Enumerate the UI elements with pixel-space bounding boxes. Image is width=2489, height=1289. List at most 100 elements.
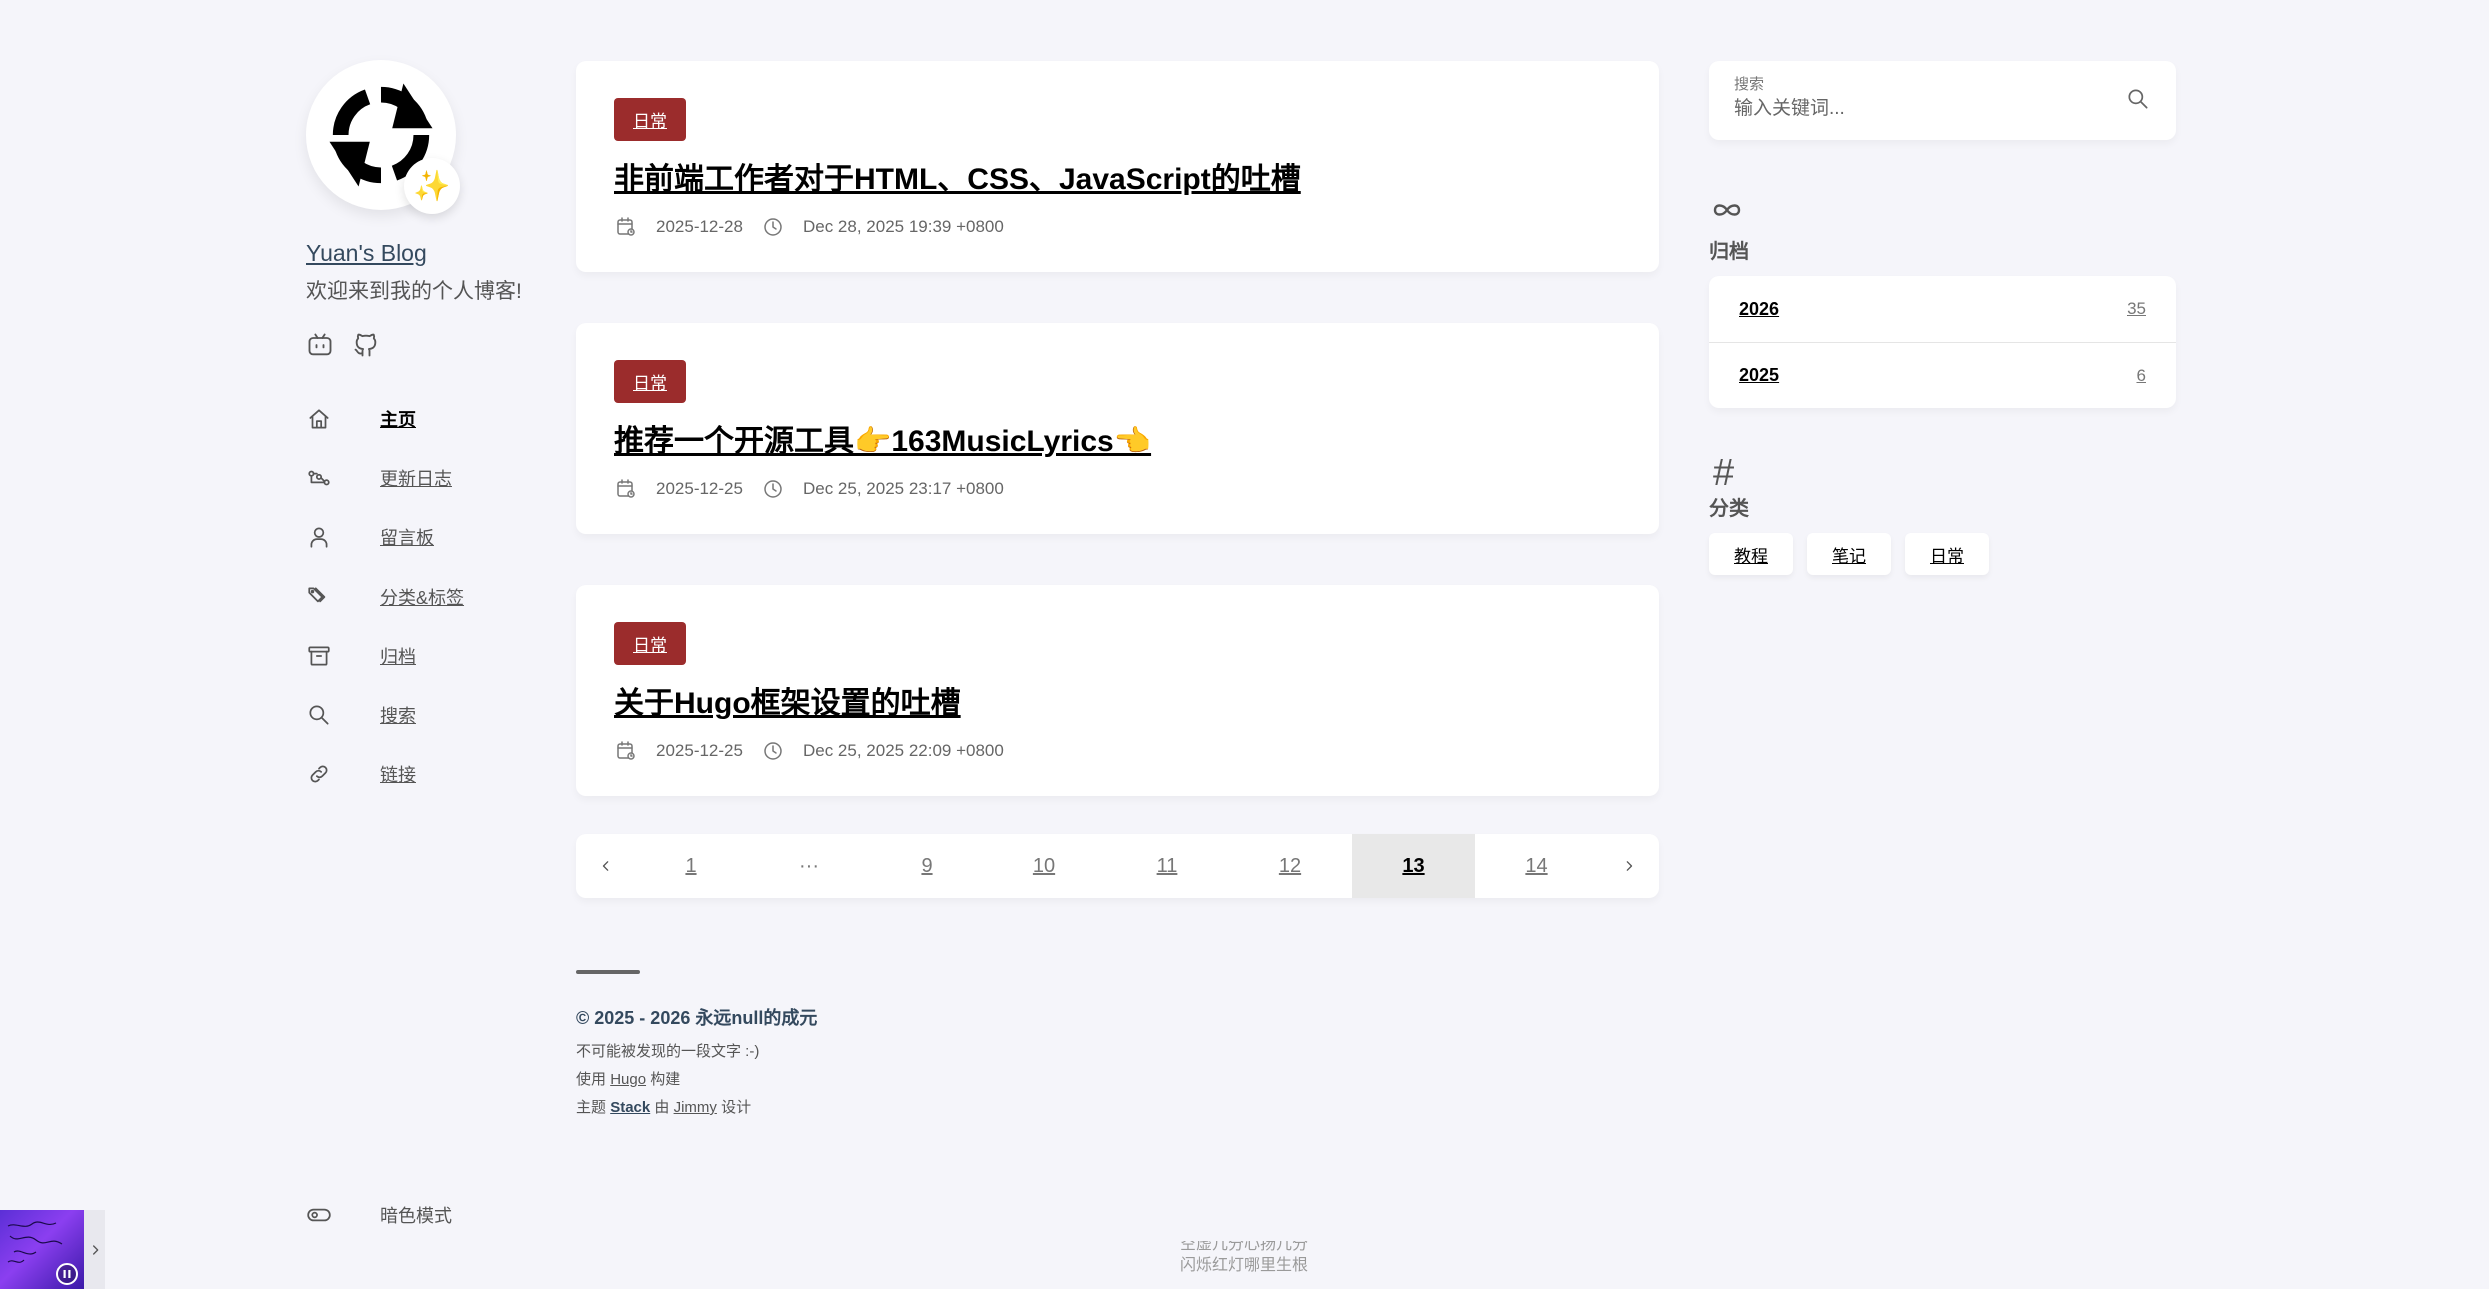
categories-widget-title: 分类: [1709, 498, 1749, 520]
archive-year-row[interactable]: 2025 6: [1709, 342, 2176, 408]
stack-theme-link[interactable]: Stack: [610, 1099, 650, 1116]
menu-item-archives-label[interactable]: 归档: [380, 643, 416, 669]
pagination-page[interactable]: 14: [1475, 834, 1598, 898]
pagination-next-button[interactable]: [1598, 834, 1659, 898]
link-icon: [310, 765, 328, 783]
pagination-ellipsis: ···: [799, 854, 819, 877]
menu-item-guestbook[interactable]: 留言板: [306, 508, 556, 567]
menu-item-home-label[interactable]: 主页: [380, 406, 416, 432]
article-card: 日常 推荐一个开源工具👉163MusicLyrics👈 2025-12-25 D…: [576, 323, 1659, 534]
article-list: 日常 非前端工作者对于HTML、CSS、JavaScript的吐槽 2025-1…: [576, 61, 1659, 1117]
site-name-link[interactable]: Yuan's Blog: [306, 240, 556, 267]
dark-mode-toggle[interactable]: 暗色模式: [306, 1202, 452, 1228]
categories-list: 教程 笔记 日常: [1709, 533, 2176, 575]
search-button-icon[interactable]: [2125, 86, 2151, 112]
search-input[interactable]: [1734, 98, 2094, 120]
menu-item-guestbook-label[interactable]: 留言板: [380, 524, 434, 550]
pagination-page[interactable]: 12: [1228, 834, 1352, 898]
article-time: Dec 25, 2025 23:17 +0800: [802, 479, 1004, 498]
pagination-prev-button[interactable]: [576, 834, 636, 898]
album-art-scribble: [7, 1221, 63, 1263]
site-footer: © 2025 - 2026 永远null的成元 不可能被发现的一段文字 :-) …: [576, 970, 1659, 1117]
lyric-line: 闪烁红灯哪里生根: [1180, 1257, 1309, 1274]
article-category-badge[interactable]: 日常: [614, 622, 686, 665]
menu-item-categories-tags[interactable]: 分类&标签: [306, 567, 556, 626]
hugo-link[interactable]: Hugo: [610, 1071, 646, 1088]
article-card: 日常 非前端工作者对于HTML、CSS、JavaScript的吐槽 2025-1…: [576, 61, 1659, 272]
categories-widget-header: # 分类: [1709, 454, 2176, 521]
lyrics-display: 空虚几分心扬几分 闪烁红灯哪里生根: [1180, 1234, 1308, 1276]
chevron-left-icon: [602, 861, 609, 871]
article-title-link[interactable]: 非前端工作者对于HTML、CSS、JavaScript的吐槽: [614, 154, 1621, 198]
pagination-page[interactable]: 11: [1106, 834, 1228, 898]
pagination-current-page: 13: [1352, 834, 1475, 898]
footer-theme-prefix: 主题: [576, 1099, 607, 1116]
pagination-page[interactable]: 10: [982, 834, 1106, 898]
menu-item-links-label[interactable]: 链接: [380, 761, 416, 787]
bilibili-icon[interactable]: [306, 331, 334, 359]
category-chip[interactable]: 教程: [1709, 533, 1793, 575]
search-label: 搜索: [1734, 76, 1765, 93]
article-date: 2025-12-28: [656, 217, 743, 236]
left-sidebar: ✨ Yuan's Blog 欢迎来到我的个人博客! 主页 更新日志 留言板 分类…: [306, 60, 556, 804]
album-cover[interactable]: [0, 1210, 84, 1289]
menu-item-search[interactable]: 搜索: [306, 685, 556, 744]
pause-icon[interactable]: [56, 1263, 78, 1285]
article-title-link[interactable]: 关于Hugo框架设置的吐槽: [614, 678, 1621, 722]
archive-icon: [308, 646, 330, 666]
menu-item-search-label[interactable]: 搜索: [380, 702, 416, 728]
user-icon: [310, 527, 328, 548]
menu-item-changelog-label[interactable]: 更新日志: [380, 465, 452, 491]
dark-mode-label: 暗色模式: [380, 1206, 452, 1226]
chevron-right-icon: [92, 1244, 98, 1255]
archives-widget-header: 归档: [1709, 196, 2176, 264]
archive-count: 35: [2127, 299, 2146, 318]
right-sidebar: 搜索 归档 2026 35 2025 6 # 分类 教程 笔记 日常: [1709, 61, 2176, 575]
player-expand-button[interactable]: [84, 1210, 105, 1289]
article-date: 2025-12-25: [656, 479, 743, 498]
article-time: Dec 28, 2025 19:39 +0800: [802, 217, 1004, 236]
jimmy-link[interactable]: Jimmy: [674, 1099, 717, 1116]
article-category-badge[interactable]: 日常: [614, 98, 686, 141]
archive-count: 6: [2136, 365, 2146, 385]
social-links: [306, 331, 556, 359]
menu-item-changelog[interactable]: 更新日志: [306, 448, 556, 507]
archive-year-row[interactable]: 2026 35: [1709, 276, 2176, 342]
infinity-icon: [1713, 204, 1741, 216]
menu-item-categories-tags-label[interactable]: 分类&标签: [380, 584, 464, 610]
footer-theme-by: 由: [654, 1099, 670, 1116]
archive-year: 2025: [1739, 365, 1780, 385]
home-icon: [309, 409, 329, 429]
article-category-badge[interactable]: 日常: [614, 360, 686, 403]
footer-theme-suffix: 设计: [721, 1099, 752, 1116]
avatar[interactable]: ✨: [306, 60, 460, 214]
clock-icon: [764, 218, 782, 236]
menu-item-archives[interactable]: 归档: [306, 626, 556, 685]
site-description: 欢迎来到我的个人博客!: [306, 280, 522, 303]
article-title-link[interactable]: 推荐一个开源工具👉163MusicLyrics👈: [614, 416, 1621, 460]
main-menu: 主页 更新日志 留言板 分类&标签 归档 搜索 链接: [306, 389, 556, 804]
article-meta: 2025-12-28 Dec 28, 2025 19:39 +0800: [614, 215, 1621, 239]
pagination-page[interactable]: 9: [872, 834, 982, 898]
clock-icon: [764, 480, 782, 498]
footer-copyright: © 2025 - 2026 永远null的成元: [576, 1008, 818, 1028]
footer-divider: [576, 970, 640, 974]
category-chip[interactable]: 日常: [1905, 533, 1989, 575]
lyric-line: 空虚几分心扬几分: [1180, 1236, 1309, 1253]
pagination-page[interactable]: 1: [636, 834, 746, 898]
github-icon[interactable]: [352, 331, 380, 359]
archives-widget-title: 归档: [1709, 241, 1749, 263]
pagination: 1 ··· 9 10 11 12 13 14: [576, 834, 1659, 898]
menu-item-links[interactable]: 链接: [306, 745, 556, 804]
sparkles-icon: ✨: [404, 158, 460, 214]
search-icon: [309, 705, 329, 725]
menu-item-home[interactable]: 主页: [306, 389, 556, 448]
clock-icon: [764, 742, 782, 760]
category-chip[interactable]: 笔记: [1807, 533, 1891, 575]
changelog-icon: [308, 470, 330, 486]
toggle-icon: [307, 1208, 331, 1222]
calendar-icon: [617, 217, 635, 236]
tags-icon: [308, 586, 326, 602]
music-player: [0, 1210, 105, 1289]
article-time: Dec 25, 2025 22:09 +0800: [802, 741, 1004, 760]
